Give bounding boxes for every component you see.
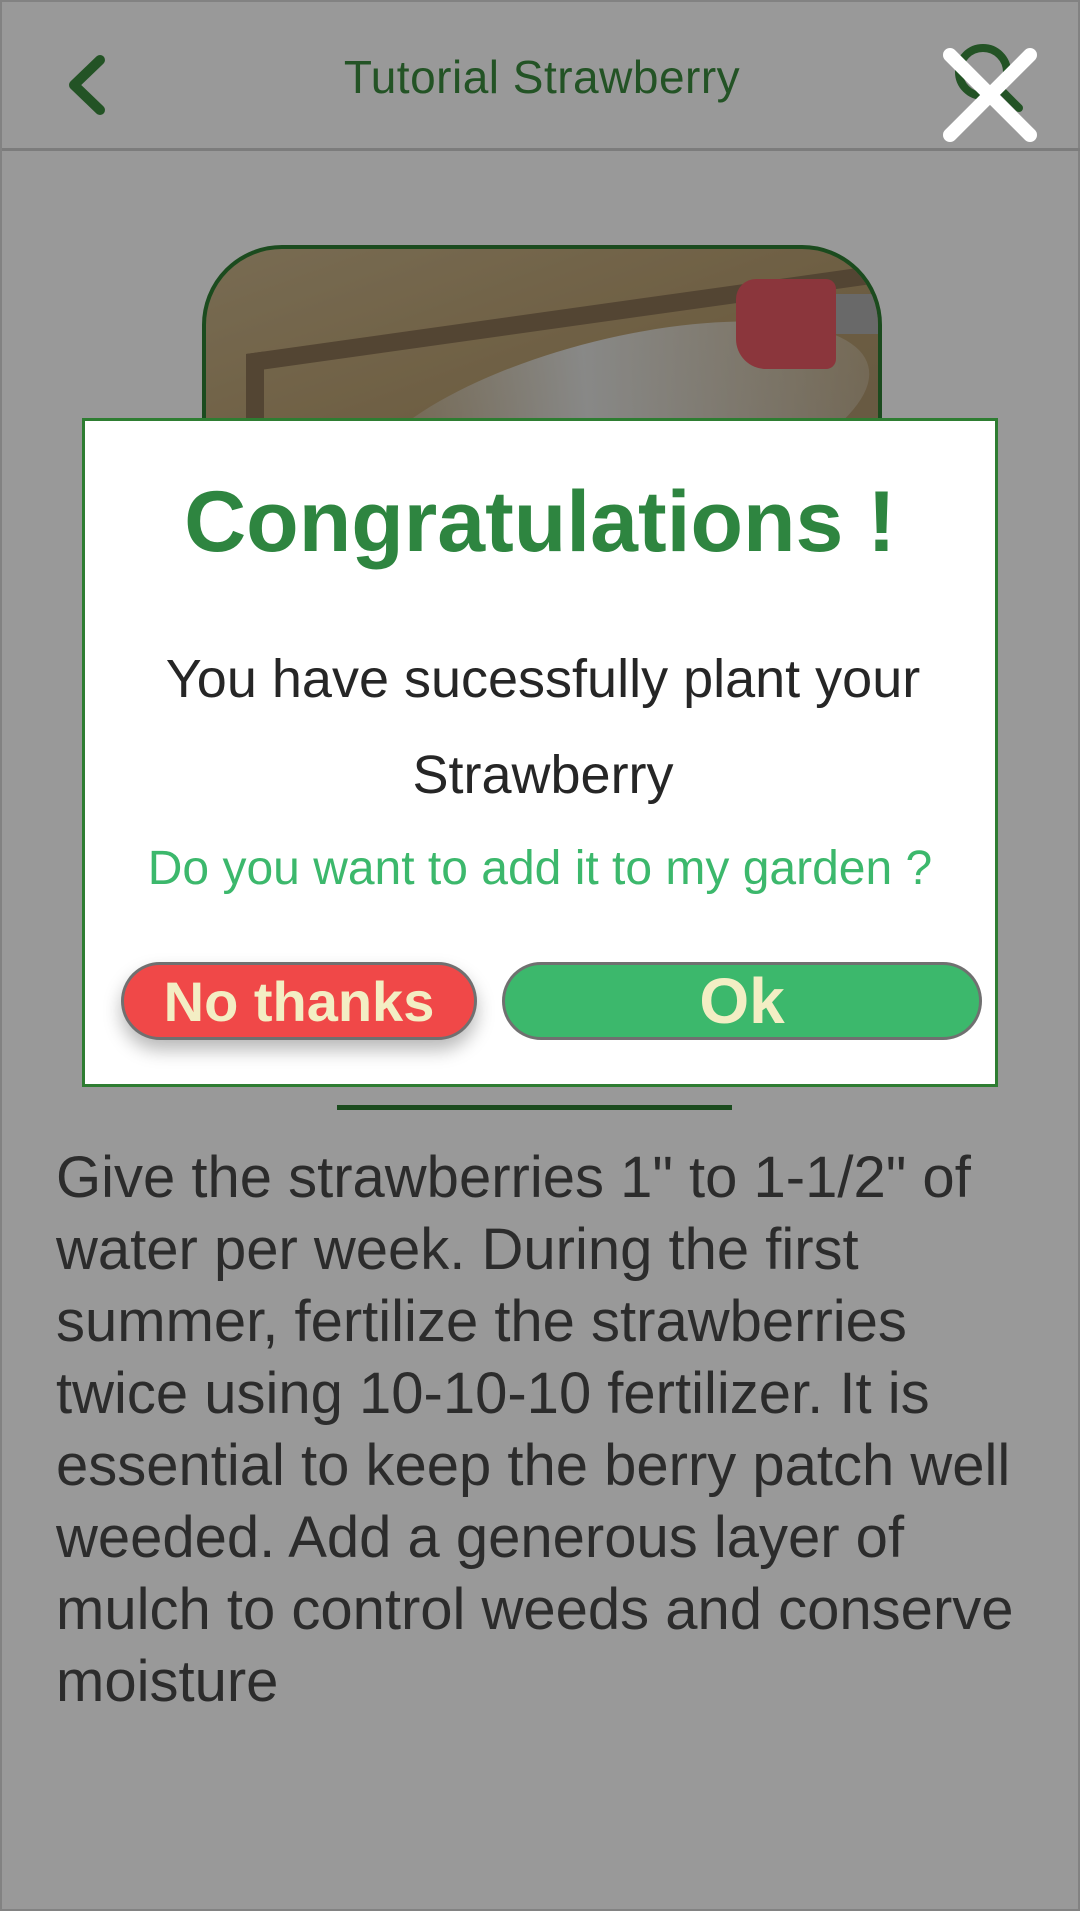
dialog-title: Congratulations ! xyxy=(184,474,896,570)
congratulations-dialog: Congratulations ! You have sucessfully p… xyxy=(82,418,998,1087)
ok-button[interactable]: Ok xyxy=(502,962,982,1040)
dialog-message: You have sucessfully plant your Strawber… xyxy=(165,649,921,805)
no-thanks-button[interactable]: No thanks xyxy=(121,962,477,1040)
dialog-question: Do you want to add it to my garden ? xyxy=(147,842,933,895)
close-button[interactable] xyxy=(940,45,1040,145)
close-icon xyxy=(943,48,1037,142)
